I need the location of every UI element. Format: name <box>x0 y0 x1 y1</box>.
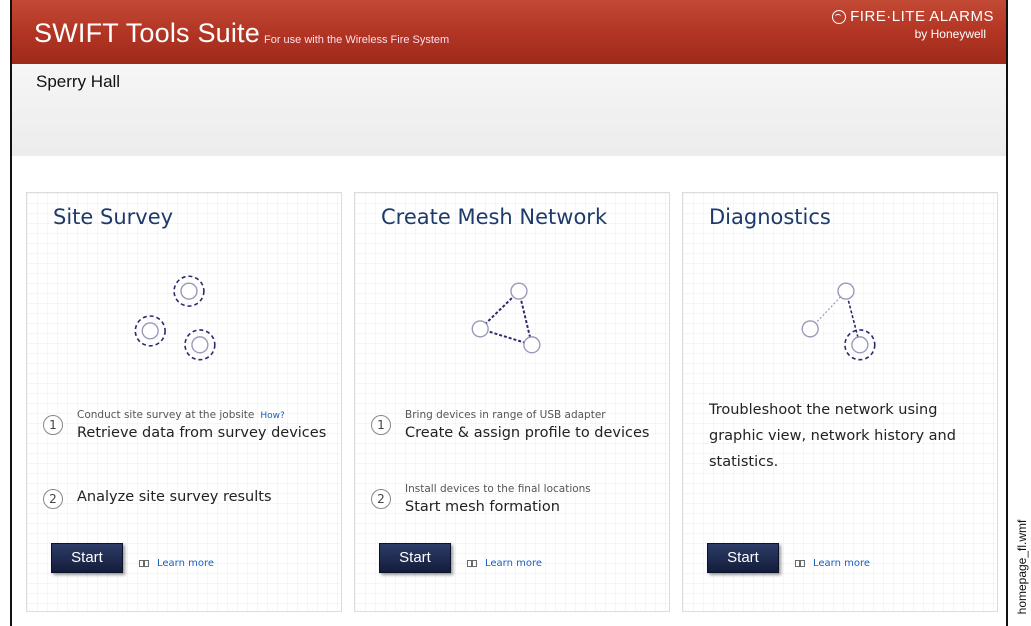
selected-node-icon <box>844 329 876 361</box>
step-number-2: 2 <box>371 489 391 509</box>
learn-more-label[interactable]: Learn more <box>157 558 214 569</box>
step-number-1: 1 <box>43 415 63 435</box>
learn-more-link[interactable]: Learn more <box>467 558 542 569</box>
step-2-hint: Install devices to the final locations <box>405 483 591 495</box>
brand-logo: FIRE·LITE ALARMS by Honeywell <box>832 8 994 41</box>
card-title: Diagnostics <box>709 205 831 229</box>
mesh-node-icon <box>471 320 489 338</box>
learn-more-link[interactable]: Learn more <box>139 558 214 569</box>
fire-lite-logo-icon <box>832 9 847 24</box>
how-link[interactable]: How? <box>260 411 284 421</box>
card-title: Site Survey <box>53 205 174 229</box>
tool-cards: Site Survey 1 Conduct site survey at the… <box>12 156 1006 626</box>
step-number-2: 2 <box>43 489 63 509</box>
network-node-icon <box>801 320 819 338</box>
diagnostics-card: Diagnostics Troubleshoot the network usi… <box>682 192 998 612</box>
book-icon <box>467 559 479 568</box>
mesh-network-illustration <box>471 282 541 354</box>
network-node-icon <box>837 282 855 300</box>
survey-device-icon <box>134 315 166 347</box>
site-survey-illustration <box>134 275 216 361</box>
site-name: Sperry Hall <box>36 72 121 91</box>
book-icon <box>795 559 807 568</box>
mesh-network-card: Create Mesh Network 1 Bring devices in r… <box>354 192 670 612</box>
step-1-label: Retrieve data from survey devices <box>77 425 327 441</box>
site-header-band <box>12 64 1006 156</box>
app-subtitle: For use with the Wireless Fire System <box>264 34 450 46</box>
mesh-node-icon <box>523 336 541 354</box>
learn-more-label[interactable]: Learn more <box>485 558 542 569</box>
learn-more-link[interactable]: Learn more <box>795 558 870 569</box>
step-number-1: 1 <box>371 415 391 435</box>
book-icon <box>139 559 151 568</box>
step-2-label: Start mesh formation <box>405 499 560 515</box>
brand-byline: by Honeywell <box>914 27 986 41</box>
card-title: Create Mesh Network <box>381 205 608 229</box>
step-1-hint: Conduct site survey at the jobsite <box>77 409 255 421</box>
figure-caption: homepage_fl.wmf <box>1015 512 1029 622</box>
brand-name: FIRE·LITE ALARMS <box>850 8 994 25</box>
step-2-label: Analyze site survey results <box>77 489 272 505</box>
site-survey-card: Site Survey 1 Conduct site survey at the… <box>26 192 342 612</box>
step-1-hint: Bring devices in range of USB adapter <box>405 409 606 421</box>
survey-device-icon <box>184 329 216 361</box>
step-1-label: Create & assign profile to devices <box>405 425 650 441</box>
mesh-node-icon <box>510 282 528 300</box>
app-window: SWIFT Tools Suite For use with the Wirel… <box>10 0 1008 626</box>
figure-filename: homepage_fl.wmf <box>1015 519 1029 615</box>
title-bar: SWIFT Tools Suite For use with the Wirel… <box>12 0 1006 64</box>
diagnostics-illustration <box>801 282 876 361</box>
mesh-network-start-button[interactable]: Start <box>379 543 451 573</box>
app-title: SWIFT Tools Suite <box>34 18 260 48</box>
learn-more-label[interactable]: Learn more <box>813 558 870 569</box>
survey-device-icon <box>173 275 205 307</box>
site-survey-start-button[interactable]: Start <box>51 543 123 573</box>
diagnostics-start-button[interactable]: Start <box>707 543 779 573</box>
diagnostics-description: Troubleshoot the network using graphic v… <box>709 402 956 470</box>
